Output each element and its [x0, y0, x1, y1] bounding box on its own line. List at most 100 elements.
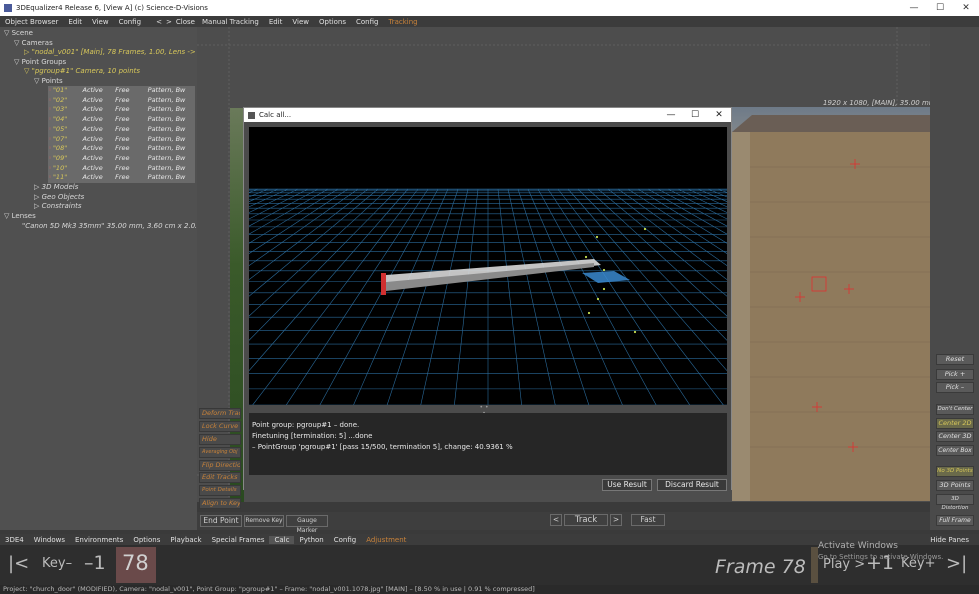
tree-lens-item[interactable]: "Canon 5D Mk3 35mm" 35.00 mm, 3.60 cm x …	[22, 221, 196, 231]
gauge-marker-button[interactable]: Gauge Marker	[286, 515, 328, 534]
activation-watermark-title: Activate Windows	[818, 541, 898, 551]
point-row[interactable]: ◦ "05" Active Free Pattern, Bw	[48, 124, 195, 135]
menu-options[interactable]: Options	[314, 18, 351, 26]
menu-playback[interactable]: Playback	[165, 536, 206, 544]
menu-calc[interactable]: Calc	[269, 535, 295, 544]
center-box-button[interactable]: Center Box	[936, 445, 974, 456]
tree-camera-item[interactable]: ▷ "nodal_v001" [Main], 78 Frames, 1.00, …	[24, 47, 201, 57]
end-point-button[interactable]: End Point	[200, 515, 242, 527]
point-type: Pattern, Bw	[147, 95, 186, 104]
track-prev-button[interactable]: <	[550, 514, 562, 526]
track-button[interactable]: Track	[564, 514, 608, 526]
point-details-button[interactable]: Point Details	[199, 485, 241, 496]
flip-direction-button[interactable]: Flip Direction	[199, 460, 241, 471]
panel-next-button[interactable]: >	[164, 18, 174, 26]
hide-panes-button[interactable]: Hide Panes	[925, 536, 979, 544]
tree-scene[interactable]: ▽ Scene	[4, 28, 33, 38]
menu-options-bottom[interactable]: Options	[128, 536, 165, 544]
point-mode: Free	[115, 86, 130, 94]
menu-environments[interactable]: Environments	[70, 536, 128, 544]
point-row[interactable]: ◦ "08" Active Free Pattern, Bw	[48, 144, 195, 155]
menu-config-2[interactable]: Config	[351, 18, 383, 26]
point-row[interactable]: ◦ "07" Active Free Pattern, Bw	[48, 134, 195, 145]
center-2d-button[interactable]: Center 2D	[936, 418, 974, 429]
tree-points[interactable]: ▽ Points	[34, 76, 63, 86]
tree-constraints[interactable]: ▷ Constraints	[34, 201, 82, 211]
point-type: Pattern, Bw	[147, 124, 186, 133]
tree-pgroup[interactable]: ▽ "pgroup#1" Camera, 10 points	[24, 66, 140, 76]
tree-3d-models[interactable]: ▷ 3D Models	[34, 182, 78, 192]
track-next-button[interactable]: >	[610, 514, 622, 526]
calc-all-dialog: Calc all... — ☐ ✕ • • • Point group: pgr…	[243, 107, 732, 491]
timeline-cursor[interactable]	[811, 547, 818, 583]
menu-manual-tracking[interactable]: Manual Tracking	[197, 18, 264, 26]
menu-view[interactable]: View	[87, 18, 114, 26]
goto-start-button[interactable]: |<	[8, 553, 29, 574]
point-row[interactable]: ◦ "10" Active Free Pattern, Bw	[48, 163, 195, 174]
no-3d-points-button[interactable]: No 3D Points	[936, 466, 974, 477]
menu-3de4[interactable]: 3DE4	[0, 536, 29, 544]
edit-tracks-button[interactable]: Edit Tracks	[199, 472, 241, 483]
point-mode: Free	[115, 95, 130, 104]
remove-key-button[interactable]: Remove Key	[244, 515, 284, 527]
discard-result-button[interactable]: Discard Result	[657, 479, 727, 491]
point-row[interactable]: ◦ "01" Active Free Pattern, Bw	[48, 86, 195, 96]
align-to-key-button[interactable]: Align to Key	[199, 498, 241, 509]
reset-button[interactable]: Reset	[936, 354, 974, 365]
tree-lenses[interactable]: ▽ Lenses	[4, 211, 36, 221]
minimize-button[interactable]: —	[901, 0, 927, 16]
pick-plus-button[interactable]: Pick +	[936, 369, 974, 380]
maximize-button[interactable]: ☐	[927, 0, 953, 16]
fast-button[interactable]: Fast	[631, 514, 665, 526]
point-row[interactable]: ◦ "09" Active Free Pattern, Bw	[48, 153, 195, 164]
menu-edit-2[interactable]: Edit	[264, 18, 288, 26]
menu-windows[interactable]: Windows	[29, 536, 70, 544]
point-row[interactable]: ◦ "03" Active Free Pattern, Bw	[48, 105, 195, 116]
dialog-maximize-button[interactable]: ☐	[683, 108, 707, 122]
full-frame-button[interactable]: Full Frame	[936, 515, 974, 526]
point-name: "01"	[52, 86, 68, 94]
dialog-title-bar: Calc all... — ☐ ✕	[244, 108, 731, 122]
hide-button[interactable]: Hide	[199, 434, 241, 445]
frame-minus-one-button[interactable]: –1	[84, 552, 106, 574]
splitter-handle[interactable]: • • •	[478, 405, 490, 417]
point-name: "05"	[52, 124, 68, 133]
menu-object-browser[interactable]: Object Browser	[0, 18, 63, 26]
panel-close-button[interactable]: Close	[174, 18, 197, 26]
key-prev-button[interactable]: Key–	[42, 556, 72, 571]
point-mode: Free	[115, 134, 130, 143]
point-name: "10"	[52, 163, 68, 172]
use-result-button[interactable]: Use Result	[602, 479, 652, 491]
center-3d-button[interactable]: Center 3D	[936, 431, 974, 442]
3d-distortion-button[interactable]: 3D Distortion	[936, 494, 974, 511]
menu-edit[interactable]: Edit	[63, 18, 87, 26]
3d-preview-view[interactable]	[249, 127, 727, 405]
point-row[interactable]: ◦ "02" Active Free Pattern, Bw	[48, 95, 195, 106]
averaging-obj-button[interactable]: Averaging Obj	[199, 447, 241, 458]
point-status: Active	[82, 144, 103, 153]
lock-curve-button[interactable]: Lock Curve	[199, 421, 241, 432]
menu-special-frames[interactable]: Special Frames	[207, 536, 270, 544]
point-mode: Free	[115, 144, 130, 153]
menu-adjustment[interactable]: Adjustment	[361, 536, 411, 544]
deform-track-button[interactable]: Deform Track	[199, 408, 241, 419]
menu-python[interactable]: Python	[294, 536, 328, 544]
panel-prev-button[interactable]: <	[154, 18, 164, 26]
console-line: Point group: pgroup#1 – done.	[252, 421, 360, 429]
point-row[interactable]: ◦ "04" Active Free Pattern, Bw	[48, 115, 195, 126]
menu-view-2[interactable]: View	[287, 18, 314, 26]
goto-end-button[interactable]: >|	[946, 553, 967, 574]
point-name: "09"	[52, 153, 68, 162]
3d-points-button[interactable]: 3D Points	[936, 480, 974, 491]
point-type: Pattern, Bw	[147, 86, 186, 94]
dialog-app-icon	[248, 111, 255, 119]
menu-config-bottom[interactable]: Config	[329, 536, 361, 544]
dont-center-button[interactable]: Don't Center	[936, 404, 974, 415]
menu-config[interactable]: Config	[114, 18, 146, 26]
dialog-minimize-button[interactable]: —	[659, 108, 683, 122]
close-button[interactable]: ✕	[953, 0, 979, 16]
menu-tracking[interactable]: Tracking	[383, 18, 422, 26]
pick-minus-button[interactable]: Pick –	[936, 382, 974, 393]
point-name: "03"	[52, 105, 68, 114]
dialog-close-button[interactable]: ✕	[707, 108, 731, 122]
